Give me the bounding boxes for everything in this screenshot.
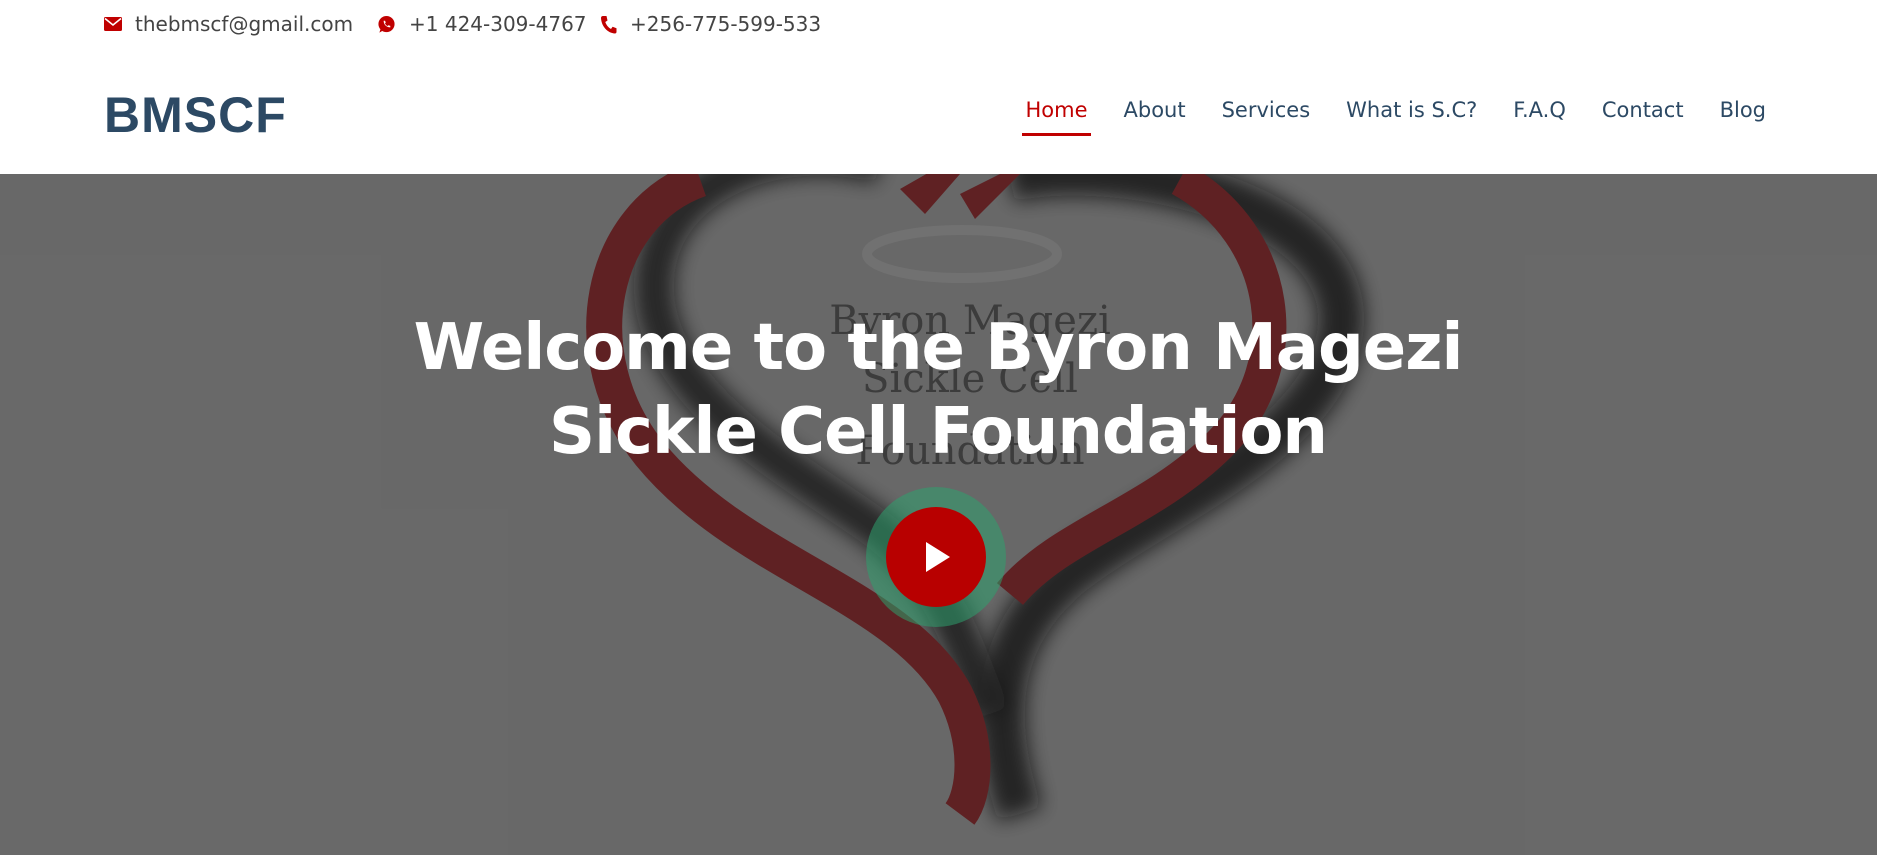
- hero-title-line-1: Welcome to the Byron Magezi: [413, 311, 1464, 385]
- contact-whatsapp-text[interactable]: +1 424-309-4767: [409, 12, 587, 36]
- contact-email[interactable]: thebmscf@gmail.com: [104, 12, 353, 36]
- nav-blog[interactable]: Blog: [1720, 98, 1766, 122]
- nav-contact[interactable]: Contact: [1602, 98, 1684, 122]
- play-button-circle[interactable]: [886, 507, 986, 607]
- nav-what-is-sc[interactable]: What is S.C?: [1346, 98, 1477, 122]
- site-logo[interactable]: BMSCF: [104, 86, 287, 144]
- whatsapp-icon: [378, 15, 395, 33]
- contact-email-text[interactable]: thebmscf@gmail.com: [135, 12, 353, 36]
- hero-title: Welcome to the Byron Magezi Sickle Cell …: [338, 306, 1538, 474]
- nav-faq[interactable]: F.A.Q: [1513, 98, 1566, 122]
- envelope-icon: [104, 17, 122, 31]
- nav-home[interactable]: Home: [1022, 98, 1091, 136]
- phone-icon: [601, 15, 617, 33]
- nav-about[interactable]: About: [1124, 98, 1186, 122]
- contact-phone[interactable]: +256-775-599-533: [600, 12, 821, 36]
- hero-title-line-2: Sickle Cell Foundation: [549, 395, 1328, 469]
- contact-whatsapp[interactable]: +1 424-309-4767: [377, 12, 587, 36]
- play-icon: [926, 542, 950, 572]
- top-contact-bar: thebmscf@gmail.com +1 424-309-4767 +256-…: [0, 0, 1877, 52]
- nav-services[interactable]: Services: [1222, 98, 1311, 122]
- contact-phone-text[interactable]: +256-775-599-533: [630, 12, 821, 36]
- main-navigation: Home About Services What is S.C? F.A.Q C…: [989, 98, 1766, 136]
- play-video-button[interactable]: [866, 487, 1006, 627]
- hero-section: Byron Magezi Sickle Cell Foundation Welc…: [0, 174, 1877, 855]
- site-header: BMSCF Home About Services What is S.C? F…: [0, 52, 1877, 174]
